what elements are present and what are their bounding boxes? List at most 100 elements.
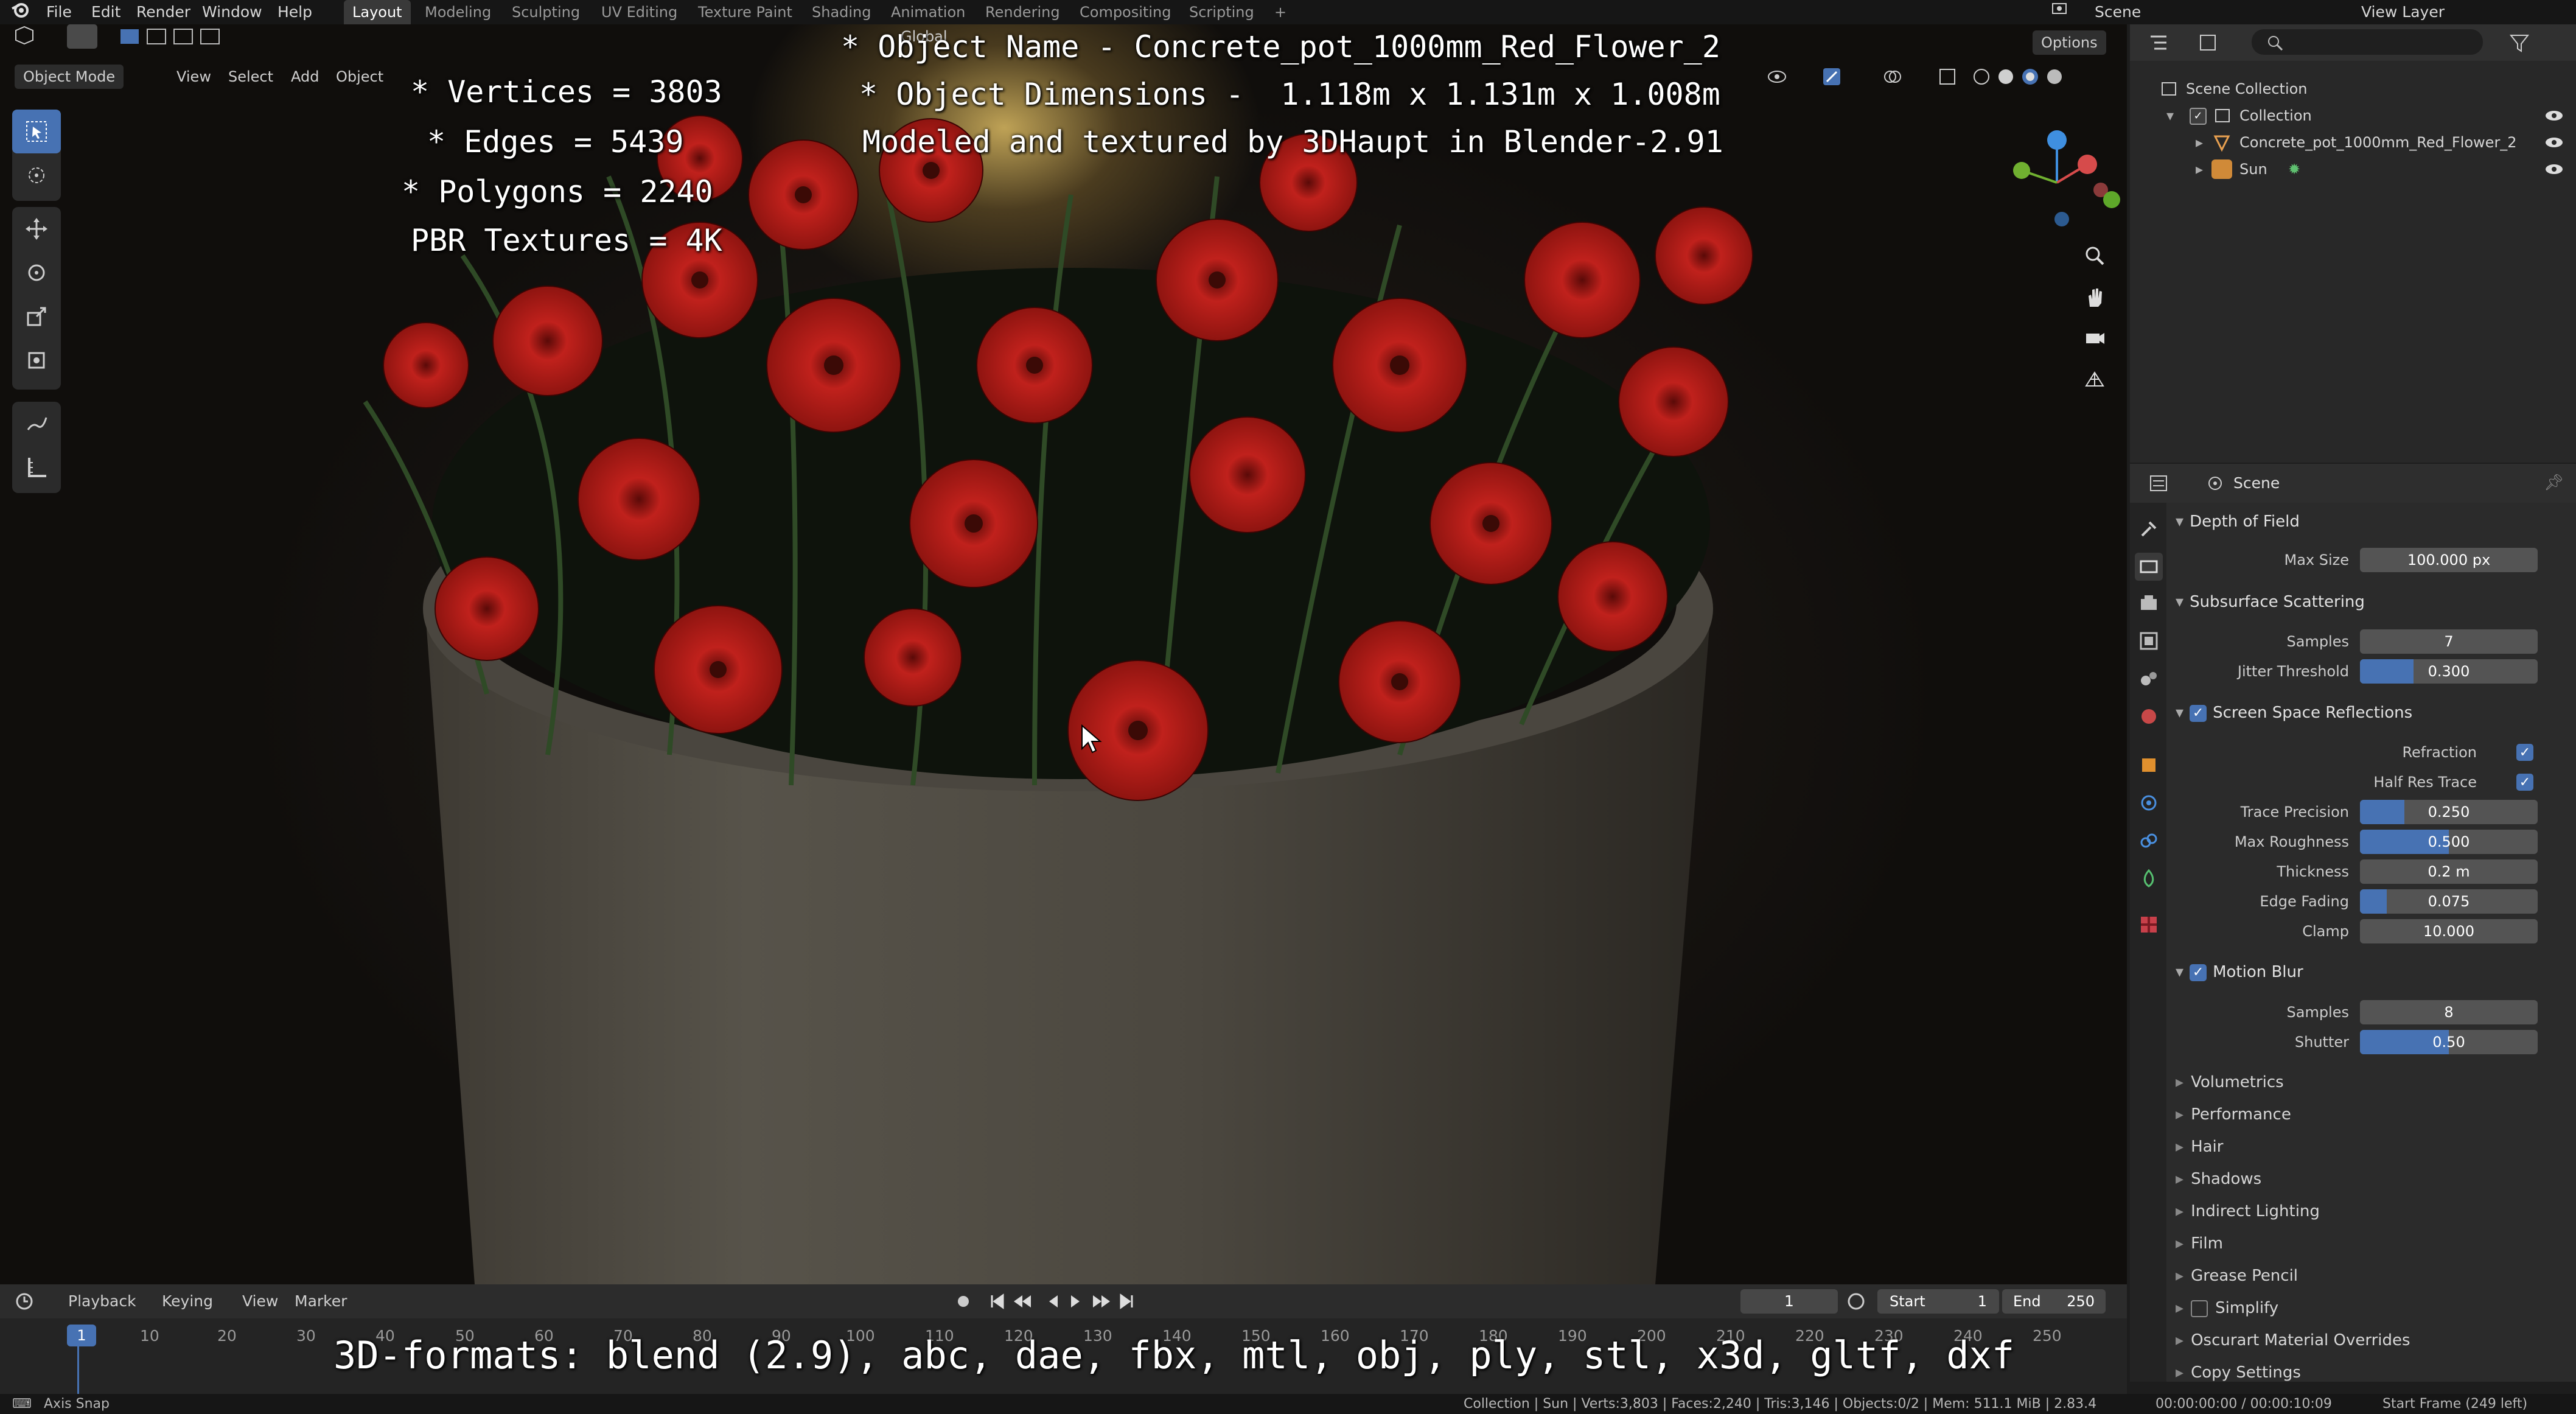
panel-volumetrics[interactable]: ▸ Volumetrics (2176, 1069, 2284, 1096)
menu-keying[interactable]: Keying (162, 1284, 213, 1318)
data-tab-icon[interactable] (2138, 868, 2159, 891)
tab-modeling[interactable]: Modeling (416, 0, 500, 24)
shading-mode-icons[interactable] (1972, 65, 2093, 89)
sss-samples-field[interactable]: 7 (2360, 629, 2538, 654)
render-tab-icon[interactable] (2135, 553, 2163, 581)
tab-shading[interactable]: Shading (803, 0, 880, 24)
menu-playback[interactable]: Playback (68, 1284, 136, 1318)
grid-view-icon[interactable] (2076, 362, 2113, 398)
overlays-icon[interactable] (1880, 65, 1905, 89)
collection-checkbox[interactable]: ✓ (2190, 108, 2207, 125)
world-tab-icon[interactable] (2138, 706, 2159, 729)
scene-selector[interactable]: Scene (2095, 0, 2141, 24)
expand-arrow-icon[interactable]: ▸ (2196, 156, 2203, 183)
tab-layout[interactable]: Layout (344, 0, 411, 24)
tab-animation[interactable]: Animation (882, 0, 974, 24)
constraints-tab-icon[interactable] (2138, 830, 2159, 853)
outliner-row-sun[interactable]: ▸ Sun ✹ (2130, 156, 2576, 183)
rotate-tool-icon[interactable] (12, 251, 61, 295)
tab-uv-editing[interactable]: UV Editing (593, 0, 686, 24)
gizmo-toggle-icon[interactable] (1820, 65, 1844, 89)
thickness-field[interactable]: 0.2 m (2360, 859, 2538, 884)
menu-marker[interactable]: Marker (295, 1284, 347, 1318)
filter-icon[interactable] (2507, 30, 2532, 57)
menu-object[interactable]: Object (336, 65, 383, 89)
view-layer-tab-icon[interactable] (2138, 631, 2159, 654)
menu-file[interactable]: File (46, 0, 72, 24)
timeline-editor-type-icon[interactable] (13, 1284, 43, 1318)
scene-tab-icon[interactable] (2138, 668, 2159, 691)
jitter-threshold-slider[interactable]: 0.300 (2360, 659, 2538, 684)
end-frame-field[interactable]: End 250 (2002, 1289, 2106, 1314)
panel-indirect-lighting[interactable]: ▸ Indirect Lighting (2176, 1198, 2320, 1225)
physics-tab-icon[interactable] (2138, 793, 2159, 816)
properties-editor-type-icon[interactable] (2148, 472, 2179, 497)
menu-timeline-view[interactable]: View (242, 1284, 278, 1318)
panel-depth-of-field[interactable]: ▾ Depth of Field (2176, 508, 2300, 535)
panel-performance[interactable]: ▸ Performance (2176, 1101, 2291, 1128)
menu-window[interactable]: Window (202, 0, 262, 24)
move-tool-icon[interactable] (12, 207, 61, 251)
3d-viewport[interactable]: Global Options Object Mode View Select A… (0, 24, 2127, 1284)
tab-scripting[interactable]: Scripting (1181, 0, 1263, 24)
start-frame-field[interactable]: Start 1 (1877, 1289, 1999, 1314)
tab-compositing[interactable]: Compositing (1071, 0, 1179, 24)
max-size-field[interactable]: 100.000 px (2360, 548, 2538, 572)
object-tab-icon[interactable] (2138, 755, 2159, 778)
clamp-field[interactable]: 10.000 (2360, 919, 2538, 943)
panel-simplify[interactable]: ▸ Simplify (2176, 1295, 2278, 1321)
object-mode-dropdown[interactable]: Object Mode (15, 65, 124, 89)
menu-render[interactable]: Render (136, 0, 190, 24)
blender-logo-icon[interactable] (11, 0, 30, 24)
zoom-icon[interactable] (2076, 237, 2113, 274)
half-res-trace-checkbox[interactable]: ✓ (2516, 774, 2533, 791)
mb-samples-field[interactable]: 8 (2360, 1000, 2538, 1024)
tab-sculpting[interactable]: Sculpting (503, 0, 588, 24)
outliner-search-input[interactable] (2252, 29, 2483, 55)
panel-hair[interactable]: ▸ Hair (2176, 1133, 2223, 1160)
panel-subsurface-scattering[interactable]: ▾ Subsurface Scattering (2176, 589, 2365, 615)
pin-icon[interactable]: 📌︎ (2544, 474, 2564, 492)
scale-tool-icon[interactable] (12, 295, 61, 338)
playhead[interactable]: 1 (67, 1325, 96, 1346)
add-workspace-icon[interactable]: + (1266, 0, 1295, 24)
outliner-row-object[interactable]: ▸ Concrete_pot_1000mm_Red_Flower_2 (2130, 129, 2576, 156)
menu-add[interactable]: Add (291, 65, 319, 89)
scene-icon[interactable] (2051, 0, 2068, 24)
motion-blur-checkbox[interactable]: ✓ (2190, 964, 2207, 981)
menu-help[interactable]: Help (277, 0, 312, 24)
view-layer-selector[interactable]: View Layer (2361, 0, 2445, 24)
visibility-icon[interactable] (1765, 65, 1789, 89)
selection-mode-icons[interactable] (116, 24, 250, 49)
panel-oscurart-overrides[interactable]: ▸ Oscurart Material Overrides (2176, 1327, 2410, 1354)
tab-rendering[interactable]: Rendering (977, 0, 1069, 24)
options-dropdown[interactable]: Options (2033, 30, 2106, 55)
pan-hand-icon[interactable] (2076, 279, 2113, 315)
current-frame-field[interactable]: 1 (1740, 1289, 1838, 1314)
menu-view[interactable]: View (176, 65, 211, 89)
panel-grease-pencil[interactable]: ▸ Grease Pencil (2176, 1262, 2298, 1289)
display-mode-icon[interactable] (2197, 30, 2227, 57)
trace-precision-slider[interactable]: 0.250 (2360, 800, 2538, 824)
tab-texture-paint[interactable]: Texture Paint (689, 0, 801, 24)
select-box-icon[interactable] (67, 24, 97, 49)
stopwatch-icon[interactable] (1844, 1284, 1868, 1318)
tool-tab-icon[interactable] (2138, 519, 2159, 542)
panel-copy-settings[interactable]: ▸ Copy Settings (2176, 1359, 2301, 1386)
ssr-enable-checkbox[interactable]: ✓ (2190, 704, 2207, 722)
camera-view-icon[interactable] (2076, 320, 2113, 357)
outliner-editor-type-icon[interactable] (2148, 30, 2179, 57)
panel-motion-blur[interactable]: ▾ ✓ Motion Blur (2176, 959, 2303, 985)
output-tab-icon[interactable] (2138, 593, 2159, 616)
playback-controls[interactable] (986, 1284, 1144, 1318)
panel-film[interactable]: ▸ Film (2176, 1230, 2223, 1257)
max-roughness-slider[interactable]: 0.500 (2360, 830, 2538, 854)
refraction-checkbox[interactable]: ✓ (2516, 744, 2533, 761)
collapse-arrow-icon[interactable]: ▾ (2166, 102, 2174, 129)
expand-arrow-icon[interactable]: ▸ (2196, 129, 2203, 156)
annotate-tool-icon[interactable] (12, 402, 61, 446)
panel-shadows[interactable]: ▸ Shadows (2176, 1166, 2261, 1192)
editor-type-icon[interactable] (12, 24, 37, 49)
transform-tool-icon[interactable] (12, 338, 61, 382)
menu-edit[interactable]: Edit (91, 0, 120, 24)
